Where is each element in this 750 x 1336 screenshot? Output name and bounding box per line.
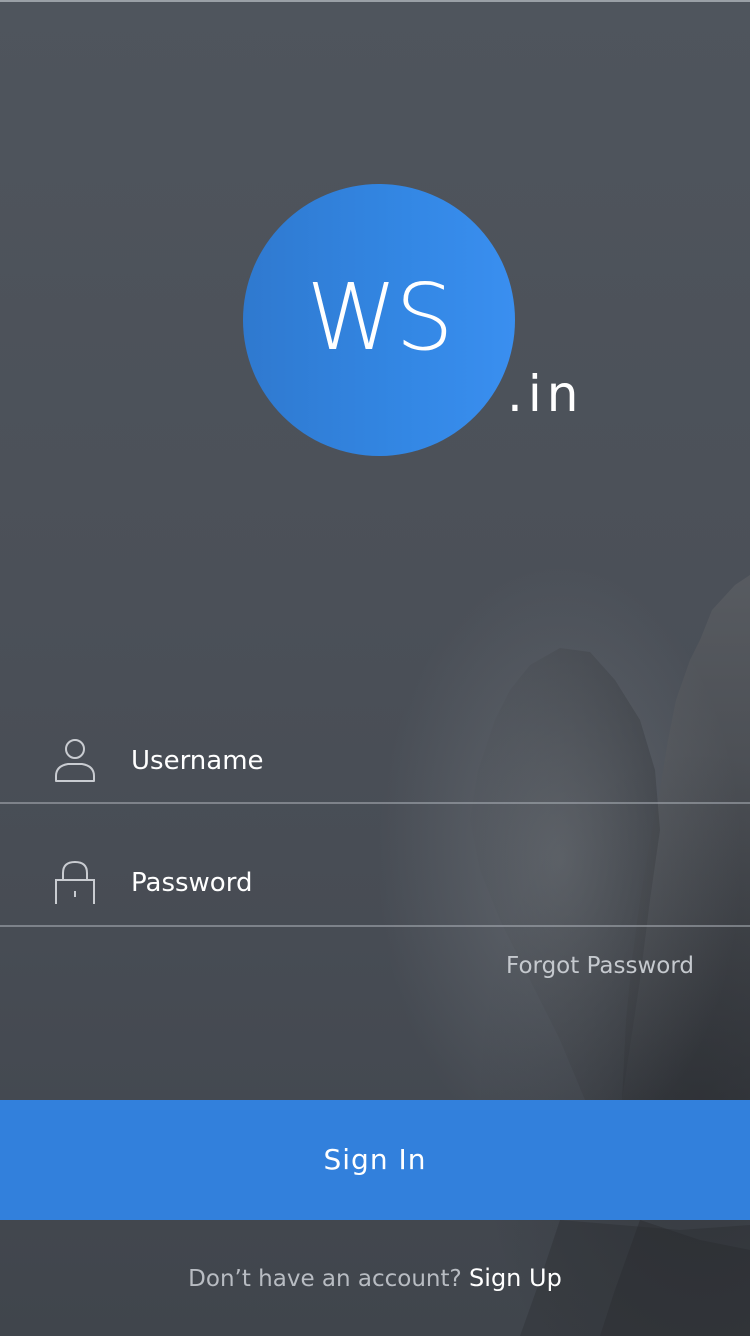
username-placeholder: Username — [131, 746, 264, 776]
logo-initials: WS — [306, 264, 453, 371]
sign-in-button[interactable]: Sign In — [0, 1100, 750, 1220]
logo-badge: WS — [243, 184, 515, 456]
signup-footer: Don’t have an account? Sign Up — [0, 1262, 750, 1295]
password-divider — [0, 925, 750, 927]
lock-icon — [52, 858, 98, 907]
password-placeholder: Password — [131, 868, 253, 898]
signup-prompt: Don’t have an account? — [188, 1266, 462, 1292]
login-screen: WS .in Username Password Forgot Password… — [0, 0, 750, 1336]
password-field[interactable]: Password — [0, 850, 750, 920]
username-field[interactable]: Username — [0, 728, 750, 798]
logo-suffix: .in — [507, 365, 584, 423]
sign-up-link[interactable]: Sign Up — [469, 1264, 562, 1292]
forgot-password-link[interactable]: Forgot Password — [506, 950, 694, 982]
username-divider — [0, 802, 750, 804]
user-icon — [52, 736, 98, 782]
